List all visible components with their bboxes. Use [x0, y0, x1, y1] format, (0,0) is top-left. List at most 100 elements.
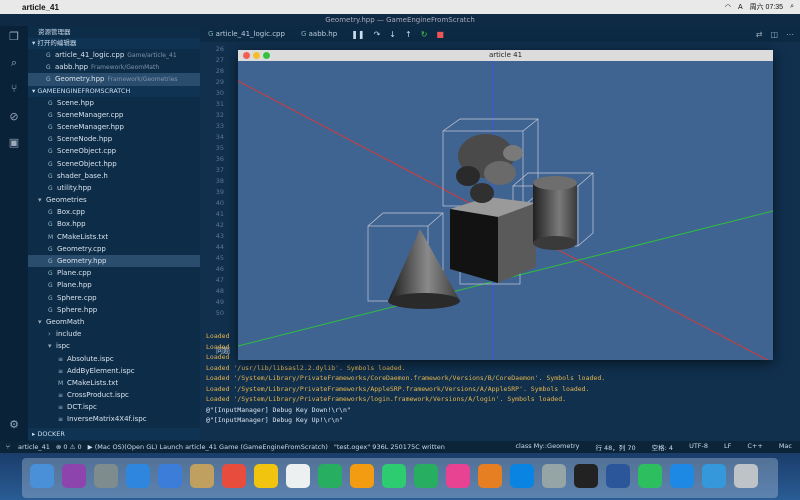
tree-item[interactable]: ≡ InverseMatrix4X4f.ispc: [28, 413, 200, 425]
trash-icon[interactable]: [734, 464, 758, 488]
tree-item[interactable]: Gshader_base.h: [28, 170, 200, 182]
console-line: @"[InputManager] Debug Key Up!\r\n": [206, 416, 343, 424]
stop-icon[interactable]: ■: [436, 30, 444, 39]
spotlight-icon[interactable]: ⌕: [790, 3, 794, 11]
chevron-right-icon: ›: [48, 330, 51, 339]
reminders-icon[interactable]: [286, 464, 310, 488]
music-icon[interactable]: [446, 464, 470, 488]
vscode-icon[interactable]: [670, 464, 694, 488]
pause-icon[interactable]: ❚❚: [351, 30, 364, 39]
tree-item[interactable]: Gutility.hpp: [28, 182, 200, 194]
menu-app-name[interactable]: article_41: [22, 3, 59, 12]
tree-item[interactable]: G Sphere.cpp: [28, 292, 200, 304]
extensions-icon[interactable]: ▣: [7, 136, 21, 150]
finder-icon[interactable]: [30, 464, 54, 488]
ispc-file-icon: ≡: [58, 416, 64, 424]
open-editor-item[interactable]: Garticle_41_logic.cpp Game/article_41: [28, 49, 200, 61]
tree-item[interactable]: G Sphere.hpp: [28, 304, 200, 316]
tree-item[interactable]: G SceneManager.cpp: [28, 109, 200, 121]
line-number: 35: [215, 144, 224, 152]
tree-item[interactable]: ▾ GeomMath: [28, 316, 200, 328]
restart-icon[interactable]: ↻: [421, 30, 428, 39]
open-editor-item[interactable]: Gaabb.hpp Framework/GeomMath: [28, 61, 200, 73]
compare-icon[interactable]: ⇄: [756, 30, 763, 39]
docker-section-header[interactable]: ▸ DOCKER: [28, 428, 200, 440]
debug-icon[interactable]: ⊘: [7, 110, 21, 124]
more-icon[interactable]: ⋯: [786, 30, 794, 39]
messages-icon[interactable]: [382, 464, 406, 488]
tree-item[interactable]: G SceneManager.hpp: [28, 121, 200, 133]
tree-item[interactable]: G Plane.cpp: [28, 267, 200, 279]
cpp-file-icon: G: [48, 221, 53, 229]
language-mode[interactable]: C++: [747, 442, 762, 452]
symbol-breadcrumb[interactable]: class My::Geometry: [515, 442, 579, 452]
tree-item[interactable]: G SceneNode.hpp: [28, 133, 200, 145]
search-icon[interactable]: ⌕: [7, 56, 21, 70]
files-icon[interactable]: ❐: [7, 30, 21, 44]
project-header[interactable]: ▾ GAMEENGINEFROMSCRATCH: [28, 85, 200, 97]
file-name: Geometry.cpp: [57, 244, 106, 253]
encoding[interactable]: UTF-8: [689, 442, 708, 452]
tree-item[interactable]: ▾ Geometries: [28, 194, 200, 206]
photos-icon[interactable]: [350, 464, 374, 488]
launch-config[interactable]: ▶ (Mac OS)(Open GL) Launch article_41 Ga…: [88, 443, 328, 451]
minimize-icon[interactable]: [253, 52, 260, 59]
editor-actions: ⇄ ◫ ⋯: [756, 30, 800, 39]
contacts-icon[interactable]: [190, 464, 214, 488]
game-window[interactable]: article 41: [237, 50, 774, 364]
safari-icon[interactable]: [126, 464, 150, 488]
tree-item[interactable]: G Box.cpp: [28, 206, 200, 218]
cursor-position[interactable]: 行 48，列 70: [595, 442, 635, 452]
tree-item[interactable]: ≡ AddByElement.ispc: [28, 365, 200, 377]
wifi-icon[interactable]: ◠: [725, 3, 731, 11]
line-ending[interactable]: LF: [724, 442, 731, 452]
input-source[interactable]: A: [738, 4, 743, 11]
open-editor-item[interactable]: G Geometry.hpp Framework/Geometries: [28, 73, 200, 86]
tree-item[interactable]: M CMakeLists.txt: [28, 231, 200, 243]
step-over-icon[interactable]: ↷: [374, 30, 381, 39]
books-icon[interactable]: [478, 464, 502, 488]
facetime-icon[interactable]: [414, 464, 438, 488]
source-control-icon[interactable]: ⑂: [7, 82, 21, 96]
tree-item[interactable]: › include: [28, 328, 200, 340]
file-name: include: [56, 330, 82, 339]
tree-item[interactable]: G Geometry.cpp: [28, 243, 200, 255]
tree-item[interactable]: G SceneObject.cpp: [28, 145, 200, 157]
tree-item[interactable]: M CMakeLists.txt: [28, 377, 200, 389]
close-icon[interactable]: [243, 52, 250, 59]
open-editors-header[interactable]: ▾ 打开的编辑器: [28, 38, 200, 49]
split-editor-icon[interactable]: ◫: [770, 30, 778, 39]
tree-item[interactable]: G SceneObject.hpp: [28, 158, 200, 170]
tree-item[interactable]: G Scene.hpp: [28, 97, 200, 109]
clock[interactable]: 周六 07:35: [750, 2, 783, 12]
platform[interactable]: Mac: [779, 442, 792, 452]
step-into-icon[interactable]: ↓: [389, 30, 396, 39]
tree-item[interactable]: ≡ DCT.ispc: [28, 401, 200, 413]
calendar-icon[interactable]: [222, 464, 246, 488]
tab-aabb[interactable]: G aabb.hp: [293, 26, 345, 42]
tree-item[interactable]: G Geometry.hpp: [28, 255, 200, 268]
downloads-icon[interactable]: [702, 464, 726, 488]
zoom-icon[interactable]: [263, 52, 270, 59]
evernote-icon[interactable]: [638, 464, 662, 488]
maps-icon[interactable]: [318, 464, 342, 488]
preferences-icon[interactable]: [542, 464, 566, 488]
step-out-icon[interactable]: ↑: [405, 30, 412, 39]
terminal-icon[interactable]: [574, 464, 598, 488]
tree-item[interactable]: ≡ CrossProduct.ispc: [28, 389, 200, 401]
tree-item[interactable]: G Box.hpp: [28, 218, 200, 230]
tab-article-41-logic[interactable]: G article_41_logic.cpp: [200, 26, 293, 42]
appstore-icon[interactable]: [510, 464, 534, 488]
tree-item[interactable]: ▾ ispc: [28, 340, 200, 352]
indentation[interactable]: 空格: 4: [652, 442, 673, 452]
problems-indicator[interactable]: ⊗ 0 ⚠ 0: [56, 443, 82, 451]
launchpad-icon[interactable]: [94, 464, 118, 488]
gear-icon[interactable]: ⚙: [7, 418, 21, 432]
branch-indicator[interactable]: ⑂ article_41: [6, 443, 50, 451]
word-icon[interactable]: [606, 464, 630, 488]
tree-item[interactable]: G Plane.hpp: [28, 279, 200, 291]
notes-icon[interactable]: [254, 464, 278, 488]
siri-icon[interactable]: [62, 464, 86, 488]
tree-item[interactable]: ≡ Absolute.ispc: [28, 353, 200, 365]
mail-icon[interactable]: [158, 464, 182, 488]
